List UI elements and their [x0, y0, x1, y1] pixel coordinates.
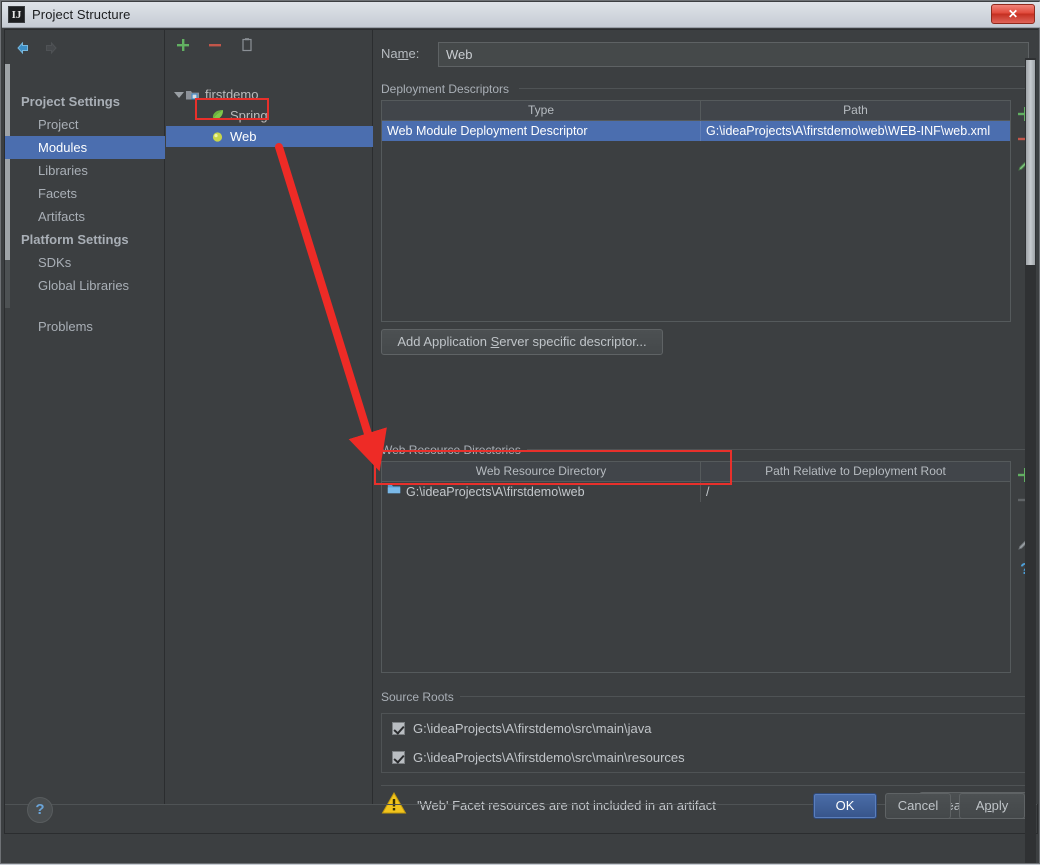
add-app-server-descriptor-pre: Add Application [397, 334, 491, 349]
source-root-label: G:\ideaProjects\A\firstdemo\src\main\res… [413, 750, 685, 765]
web-resource-directories-label: Web Resource Directories [381, 443, 527, 457]
web-resource-directories-header: Web Resource Directory Path Relative to … [382, 462, 1010, 482]
navigation-arrows [15, 40, 59, 56]
modules-tree-toolbar [174, 36, 256, 54]
name-label: Name: [381, 46, 420, 61]
column-header-web-resource-directory[interactable]: Web Resource Directory [382, 462, 700, 481]
sidebar-items-list: Project Settings Project Modules Librari… [5, 90, 165, 338]
sidebar-item-modules[interactable]: Modules [5, 136, 165, 159]
apply-post: ply [991, 798, 1009, 813]
cell-web-resource-directory: G:\ideaProjects\A\firstdemo\web [382, 482, 700, 502]
close-icon[interactable]: ✕ [991, 4, 1035, 24]
column-header-path-relative[interactable]: Path Relative to Deployment Root [700, 462, 1010, 481]
add-app-server-descriptor-mnemonic: S [490, 334, 500, 349]
sidebar-item-problems[interactable]: Problems [5, 315, 165, 338]
cell-type: Web Module Deployment Descriptor [387, 124, 588, 138]
project-structure-dialog: IJ Project Structure ✕ Project Settings … [0, 0, 1040, 864]
list-item[interactable]: G:\ideaProjects\A\firstdemo\src\main\res… [382, 743, 1028, 772]
web-resource-directories-table: Web Resource Directory Path Relative to … [381, 461, 1011, 673]
tree-node-web[interactable]: Web [166, 126, 373, 147]
title-bar: IJ Project Structure ✕ [2, 2, 1040, 28]
tree-node-firstdemo[interactable]: firstdemo [166, 84, 373, 105]
sidebar-item-sdks[interactable]: SDKs [5, 251, 165, 274]
ok-button[interactable]: OK [813, 793, 877, 819]
spring-leaf-icon [210, 108, 225, 123]
remove-module-button[interactable] [206, 36, 224, 54]
add-app-server-descriptor-post: erver specific descriptor... [499, 334, 647, 349]
tree-node-label: Web [230, 129, 257, 144]
cell-path: G:\ideaProjects\A\firstdemo\web\WEB-INF\… [700, 121, 1010, 141]
table-row[interactable]: G:\ideaProjects\A\firstdemo\web / [382, 482, 1010, 502]
tree-node-label: firstdemo [205, 87, 259, 102]
settings-sidebar: Project Settings Project Modules Librari… [5, 30, 165, 804]
list-item[interactable]: G:\ideaProjects\A\firstdemo\src\main\jav… [382, 714, 1028, 743]
sidebar-item-artifacts[interactable]: Artifacts [5, 205, 165, 228]
table-row[interactable]: Web Module Deployment Descriptor G:\idea… [382, 121, 1010, 141]
question-mark-icon[interactable]: ? [27, 797, 53, 823]
folder-icon [387, 482, 401, 502]
copy-module-button[interactable] [238, 36, 256, 54]
cancel-button[interactable]: Cancel [885, 793, 951, 819]
deployment-descriptors-rule [519, 88, 1029, 89]
sidebar-group-project-settings: Project Settings [21, 94, 120, 109]
modules-tree-items: firstdemo Spring Web [166, 84, 373, 147]
apply-mnemonic: p [984, 798, 992, 813]
sidebar-item-global-libraries[interactable]: Global Libraries [5, 274, 165, 297]
module-icon [185, 87, 200, 102]
sidebar-group-platform-settings: Platform Settings [21, 232, 129, 247]
tree-node-label: Spring [230, 108, 268, 123]
cell-path-relative: / [700, 482, 1010, 502]
deployment-descriptors-table: Type Path Web Module Deployment Descript… [381, 100, 1011, 322]
sidebar-item-project[interactable]: Project [5, 113, 165, 136]
window-title: Project Structure [32, 7, 131, 22]
sidebar-item-facets[interactable]: Facets [5, 182, 165, 205]
add-app-server-descriptor-button[interactable]: Add Application Server specific descript… [381, 329, 663, 355]
back-arrow-icon[interactable] [15, 40, 31, 56]
source-root-label: G:\ideaProjects\A\firstdemo\src\main\jav… [413, 721, 652, 736]
column-header-type[interactable]: Type [382, 101, 700, 120]
checkbox-icon[interactable] [392, 722, 405, 735]
dialog-body: Project Settings Project Modules Librari… [4, 29, 1038, 863]
web-facet-icon [210, 129, 225, 144]
dialog-footer: ? OK Cancel Apply [5, 793, 1037, 833]
source-roots-list: G:\ideaProjects\A\firstdemo\src\main\jav… [381, 713, 1029, 773]
content-scrollbar-thumb[interactable] [1026, 60, 1035, 265]
web-resource-directories-rule [527, 449, 1029, 450]
sidebar-item-libraries[interactable]: Libraries [5, 159, 165, 182]
chevron-down-icon[interactable] [172, 88, 185, 101]
intellij-idea-icon: IJ [8, 6, 25, 23]
apply-button[interactable]: Apply [959, 793, 1025, 819]
column-header-path[interactable]: Path [700, 101, 1010, 120]
source-roots-rule [446, 696, 1029, 697]
checkbox-icon[interactable] [392, 751, 405, 764]
tree-node-spring[interactable]: Spring [166, 105, 373, 126]
name-row: Name: Web [381, 42, 1029, 67]
sidebar-divider [5, 297, 165, 315]
modules-tree-panel: firstdemo Spring Web [166, 30, 373, 804]
web-facet-content: Name: Web Deployment Descriptors Type Pa… [374, 30, 1038, 819]
forward-arrow-icon[interactable] [43, 40, 59, 56]
deployment-descriptors-header: Type Path [382, 101, 1010, 121]
name-input[interactable]: Web [438, 42, 1029, 67]
add-module-button[interactable] [174, 36, 192, 54]
source-roots-label: Source Roots [381, 690, 460, 704]
cell-text: G:\ideaProjects\A\firstdemo\web [406, 485, 585, 499]
deployment-descriptors-label: Deployment Descriptors [381, 82, 516, 96]
